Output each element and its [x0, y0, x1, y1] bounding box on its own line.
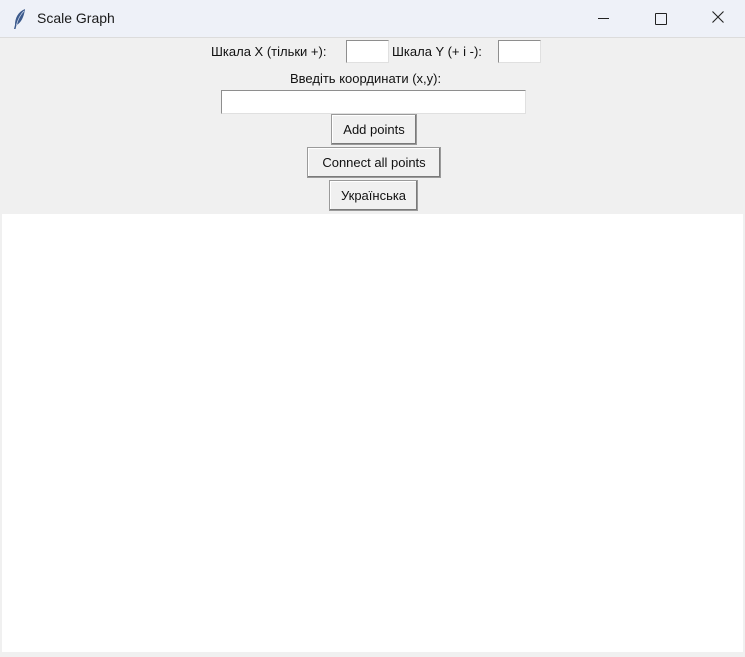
maximize-button[interactable]: [632, 0, 690, 37]
window-title: Scale Graph: [37, 10, 115, 26]
minimize-button[interactable]: [574, 0, 632, 37]
coords-label: Введіть координати (x,y):: [290, 71, 442, 86]
language-button[interactable]: Українська: [329, 180, 418, 211]
scale-x-input[interactable]: [346, 40, 389, 63]
scale-x-label: Шкала X (тільки +):: [211, 44, 327, 59]
title-bar[interactable]: Scale Graph: [0, 0, 745, 38]
minimize-icon: [597, 18, 609, 19]
feather-icon: [12, 8, 28, 30]
coords-input[interactable]: [221, 90, 526, 114]
connect-all-points-button[interactable]: Connect all points: [307, 147, 441, 178]
app-window: Scale Graph Шкала X (тільки +): Шкала Y …: [0, 0, 745, 657]
scale-y-input[interactable]: [498, 40, 541, 63]
close-button[interactable]: [690, 0, 745, 37]
add-points-button[interactable]: Add points: [331, 114, 417, 145]
scale-y-label: Шкала Y (+ і -):: [392, 44, 482, 59]
controls-panel: Шкала X (тільки +): Шкала Y (+ і -): Вве…: [0, 38, 745, 214]
close-icon: [711, 10, 724, 28]
maximize-icon: [655, 12, 667, 25]
graph-canvas[interactable]: [2, 214, 743, 652]
